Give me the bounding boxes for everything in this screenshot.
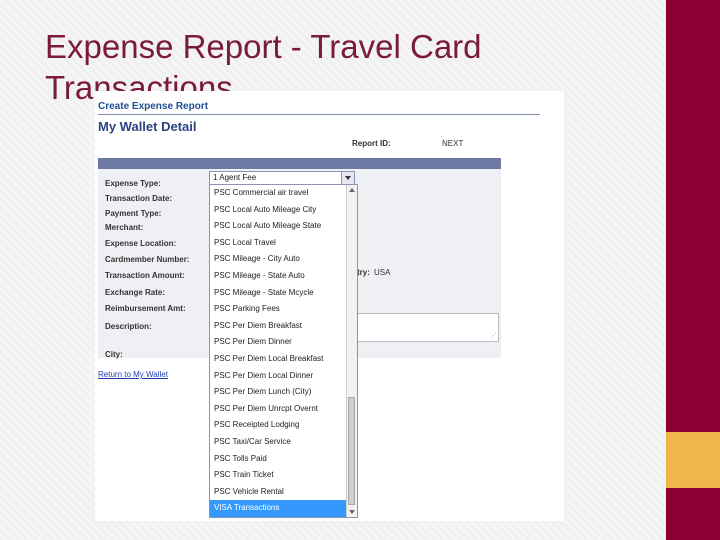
dropdown-option[interactable]: PSC Mileage - State Mcycle: [210, 285, 346, 302]
dropdown-option[interactable]: PSC Tolls Paid: [210, 451, 346, 468]
report-id-label: Report ID:: [352, 139, 391, 148]
dropdown-option[interactable]: PSC Per Diem Dinner: [210, 334, 346, 351]
breadcrumb-divider: [98, 114, 540, 115]
dropdown-option[interactable]: PSC Local Auto Mileage City: [210, 202, 346, 219]
dropdown-option[interactable]: PSC Taxi/Car Service: [210, 434, 346, 451]
expense-type-selected-value: 1 Agent Fee: [213, 173, 257, 182]
dropdown-option[interactable]: PSC Local Travel: [210, 235, 346, 252]
field-label-cardmember-number: Cardmember Number:: [105, 255, 190, 264]
dropdown-option[interactable]: PSC Per Diem Breakfast: [210, 318, 346, 335]
field-label-description: Description:: [105, 322, 152, 331]
country-value: USA: [374, 268, 391, 277]
return-to-wallet-link[interactable]: Return to My Wallet: [98, 370, 168, 379]
dropdown-option[interactable]: PSC Receipted Lodging: [210, 417, 346, 434]
dropdown-button[interactable]: [341, 172, 354, 184]
page-title: My Wallet Detail: [98, 119, 197, 134]
dropdown-option[interactable]: PSC Per Diem Unrcpt Overnt: [210, 401, 346, 418]
field-label-expense-type: Expense Type:: [105, 179, 161, 188]
dropdown-option[interactable]: PSC Per Diem Local Dinner: [210, 368, 346, 385]
dropdown-options: PSC Commercial air travel PSC Local Auto …: [210, 185, 346, 517]
dropdown-option[interactable]: PSC Vehicle Rental: [210, 484, 346, 501]
country-label: try:: [357, 268, 370, 277]
field-label-merchant: Merchant:: [105, 223, 144, 232]
breadcrumb[interactable]: Create Expense Report: [98, 101, 208, 112]
dropdown-option[interactable]: PSC Per Diem Local Breakfast: [210, 351, 346, 368]
expense-type-select[interactable]: 1 Agent Fee: [209, 171, 355, 185]
report-id-value: NEXT: [442, 139, 464, 148]
resize-grip-icon[interactable]: ⋰: [490, 333, 497, 341]
chevron-down-icon: [345, 176, 351, 180]
dropdown-option[interactable]: PSC Commercial air travel: [210, 185, 346, 202]
section-header-bar: [98, 158, 501, 169]
scroll-down-icon[interactable]: [349, 510, 355, 514]
scroll-up-icon[interactable]: [349, 188, 355, 192]
app-screenshot: Create Expense Report My Wallet Detail R…: [95, 91, 564, 521]
scrollbar-thumb[interactable]: [348, 397, 355, 505]
field-label-expense-location: Expense Location:: [105, 239, 177, 248]
field-label-reimbursement-amt: Reimbursement Amt:: [105, 304, 186, 313]
dropdown-option[interactable]: PSC Mileage - State Auto: [210, 268, 346, 285]
dropdown-option[interactable]: PSC Train Ticket: [210, 467, 346, 484]
dropdown-option[interactable]: PSC Parking Fees: [210, 301, 346, 318]
description-textarea[interactable]: ⋰: [357, 313, 499, 342]
dropdown-scrollbar[interactable]: [346, 185, 357, 517]
dropdown-option[interactable]: PSC Local Auto Mileage State: [210, 218, 346, 235]
dropdown-option[interactable]: VISA Transactions: [210, 500, 346, 517]
dropdown-option[interactable]: PSC Mileage - City Auto: [210, 251, 346, 268]
field-label-exchange-rate: Exchange Rate:: [105, 288, 166, 297]
expense-type-dropdown-list[interactable]: PSC Commercial air travel PSC Local Auto …: [209, 184, 358, 518]
field-label-transaction-date: Transaction Date:: [105, 194, 173, 203]
field-label-payment-type: Payment Type:: [105, 209, 162, 218]
side-band-gold: [666, 432, 720, 488]
field-label-transaction-amount: Transaction Amount:: [105, 271, 185, 280]
field-label-city: City:: [105, 350, 123, 359]
dropdown-option[interactable]: PSC Per Diem Lunch (City): [210, 384, 346, 401]
